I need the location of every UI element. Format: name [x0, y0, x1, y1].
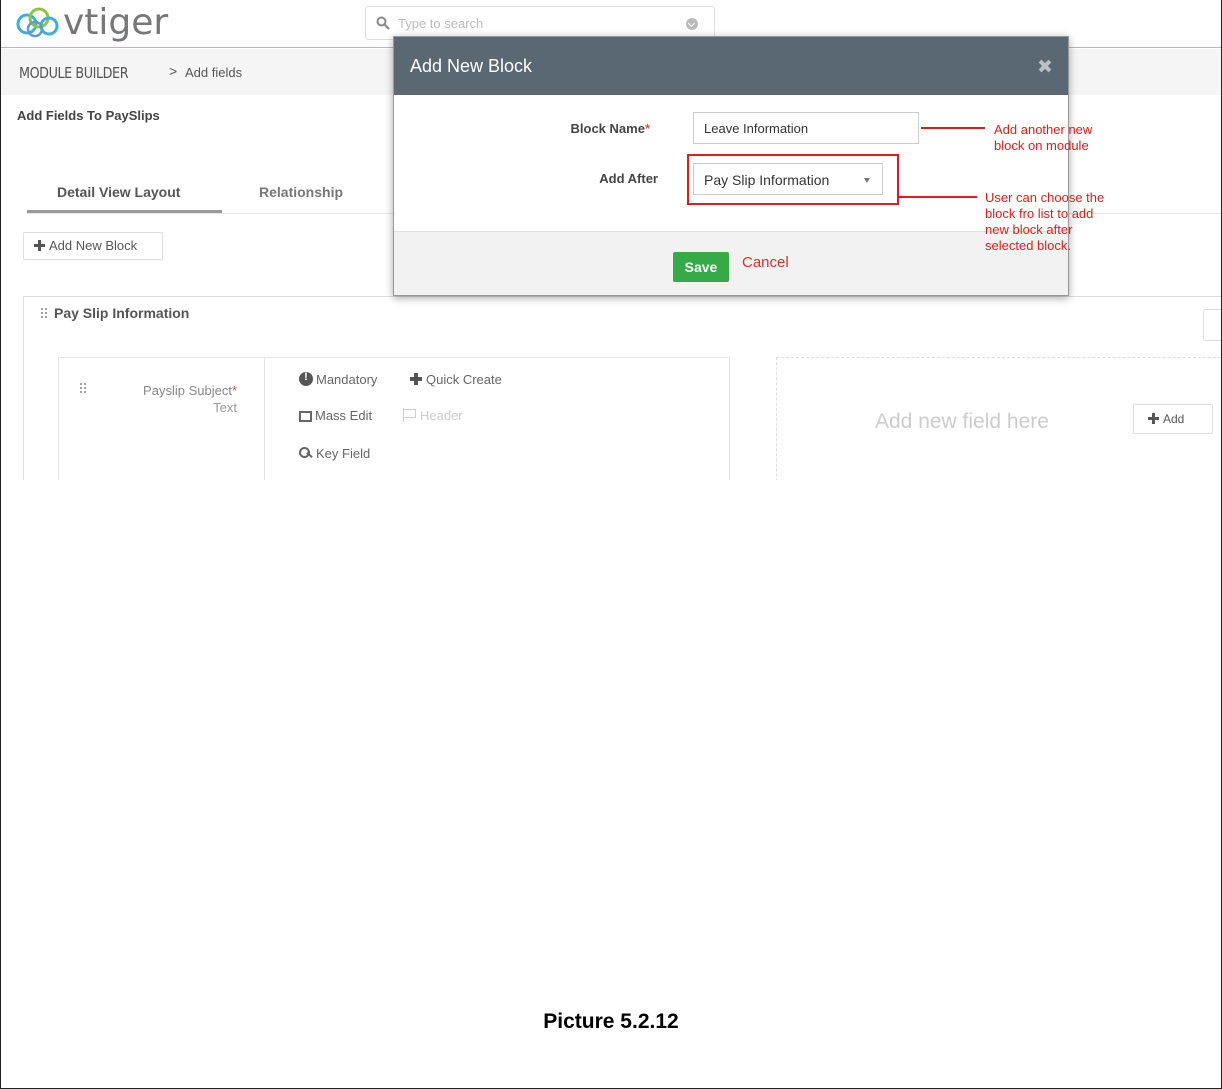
exclamation-icon	[299, 371, 313, 386]
add-after-label: Add After	[599, 171, 658, 186]
block-actions-button[interactable]	[1203, 309, 1221, 341]
add-field-text: Add new field here	[875, 410, 1049, 433]
flag-icon	[403, 408, 417, 422]
figure-caption: Picture 5.2.12	[543, 1010, 679, 1033]
annotation-highlight-box	[687, 154, 899, 205]
required-mark: *	[644, 121, 650, 136]
page-title: Add Fields To PaySlips	[17, 108, 160, 123]
plus-icon	[34, 240, 45, 251]
field-drag-handle-icon[interactable]	[79, 382, 87, 394]
annotation-line	[899, 196, 977, 198]
cloud-logo-icon	[16, 7, 59, 38]
field-card: Payslip Subject* Text Mandatory Quick Cr…	[58, 357, 730, 480]
chevron-down-icon[interactable]	[686, 18, 698, 30]
required-mark: *	[231, 383, 237, 398]
save-button[interactable]: Save	[673, 252, 729, 282]
mandatory-label: Mandatory	[316, 372, 378, 387]
breadcrumb-separator: >	[169, 63, 178, 79]
tab-detail-view-layout[interactable]: Detail View Layout	[57, 184, 180, 200]
add-field-button[interactable]: Add	[1133, 404, 1213, 434]
annotation-line-4: selected block.	[985, 238, 1071, 253]
field-type: Text	[213, 400, 237, 415]
key-field-option[interactable]: Key Field	[299, 446, 370, 461]
annotation-add-after: User can choose the block fro list to ad…	[985, 190, 1104, 254]
annotation-line-1: User can choose the	[985, 190, 1105, 205]
annotation-line-2: block fro list to add	[985, 206, 1094, 221]
block-title: Pay Slip Information	[40, 305, 189, 321]
header-label: Header	[420, 408, 463, 423]
cancel-link[interactable]: Cancel	[742, 254, 789, 271]
annotation-block-name: Add another new block on module	[994, 122, 1092, 154]
mass-edit-label: Mass Edit	[315, 408, 373, 423]
field-name: Payslip Subject*	[133, 383, 237, 398]
active-tab-indicator	[27, 210, 222, 213]
add-field-dropzone: Add new field here Add	[776, 357, 1221, 480]
close-icon[interactable]	[1038, 59, 1052, 73]
quick-create-label: Quick Create	[426, 372, 502, 387]
add-new-block-label: Add New Block	[49, 238, 138, 253]
vtiger-logo[interactable]: vtiger	[13, 2, 168, 44]
modal-footer: Save Cancel	[394, 231, 1068, 295]
header-option[interactable]: Header	[403, 408, 463, 423]
search-placeholder: Type to search	[398, 16, 484, 31]
block-name-label: Block Name*	[490, 121, 650, 136]
key-field-label: Key Field	[316, 446, 371, 461]
block-panel: Pay Slip Information Payslip Subject* Te…	[23, 296, 1221, 480]
annotation-line	[921, 127, 985, 129]
field-name-text: Payslip Subject	[143, 383, 232, 398]
drag-handle-icon[interactable]	[40, 307, 48, 319]
mass-edit-option[interactable]: Mass Edit	[299, 408, 372, 423]
key-icon	[299, 446, 313, 460]
annotation-line-3: new block after	[985, 222, 1073, 237]
block-title-text: Pay Slip Information	[54, 305, 190, 321]
breadcrumb-module[interactable]: MODULE BUILDER	[19, 64, 129, 82]
add-field-label: Add	[1163, 412, 1185, 426]
annotation-line-1: Add another new	[994, 122, 1093, 137]
modal-title: Add New Block	[410, 56, 533, 76]
breadcrumb-current: Add fields	[185, 65, 243, 80]
block-name-input[interactable]	[693, 112, 919, 144]
global-search[interactable]: Type to search	[365, 6, 715, 40]
mandatory-option[interactable]: Mandatory	[299, 371, 378, 387]
quick-create-option[interactable]: Quick Create	[409, 372, 502, 387]
logo-text: vtiger	[63, 2, 169, 43]
tab-relationship[interactable]: Relationship	[259, 184, 343, 200]
annotation-line-2: block on module	[994, 138, 1089, 153]
modal-header: Add New Block	[394, 37, 1068, 95]
screenshot: vtiger Type to search MODULE BUILDER > A…	[1, 0, 1221, 480]
search-icon	[376, 16, 390, 30]
divider	[264, 358, 265, 480]
edit-icon	[299, 411, 312, 422]
plus-icon	[1148, 413, 1159, 424]
block-name-label-text: Block Name	[570, 121, 645, 136]
plus-icon	[409, 372, 423, 386]
add-new-block-button[interactable]: Add New Block	[23, 232, 163, 260]
